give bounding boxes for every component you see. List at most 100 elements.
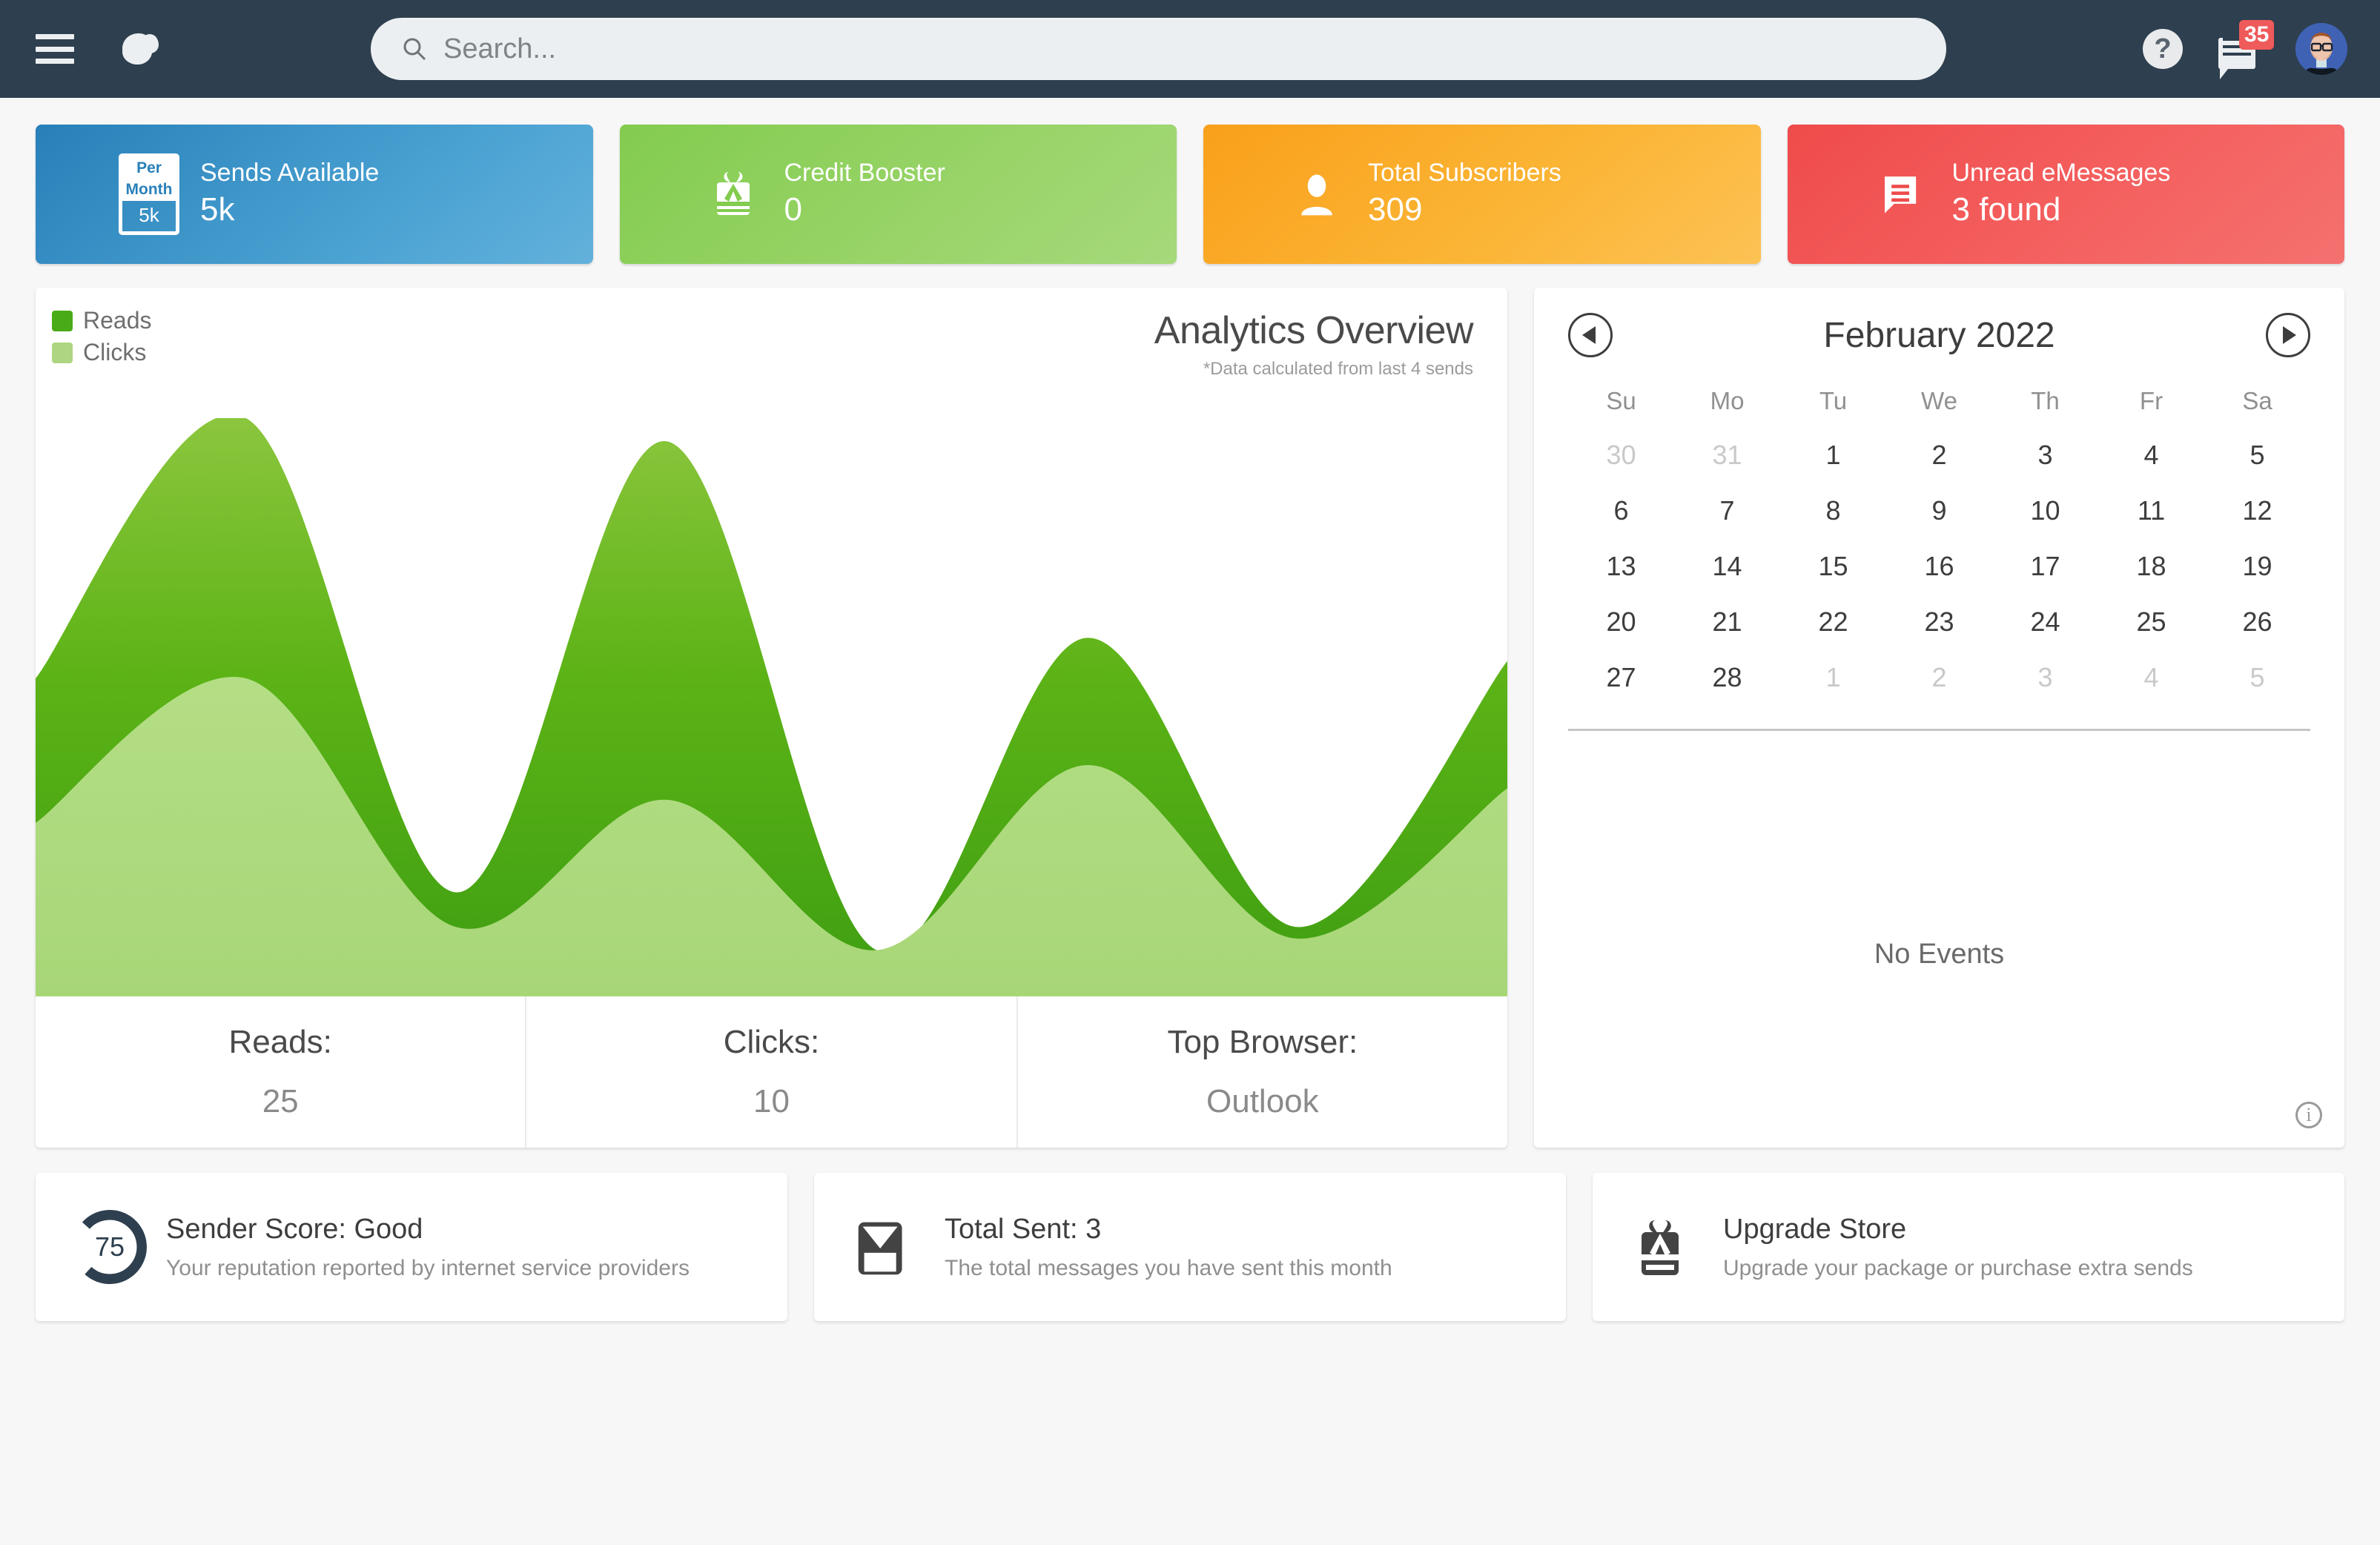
calendar-day-8[interactable]: 8	[1780, 495, 1886, 526]
stat-card-value: 0	[784, 191, 802, 228]
calendar-header: February 2022	[1568, 313, 2310, 357]
calendar-day-1-adjacent[interactable]: 1	[1780, 662, 1886, 693]
gift-icon	[701, 168, 765, 221]
summary-cell-reads: Reads: 25	[36, 996, 525, 1148]
summary-key: Clicks:	[723, 1024, 820, 1060]
card-title: Total Sent: 3	[945, 1213, 1102, 1245]
help-icon[interactable]: ?	[2143, 29, 2183, 69]
calendar-day-9[interactable]: 9	[1886, 495, 1992, 526]
calendar-weekday-th: Th	[2031, 387, 2060, 414]
per-month-icon-bottom-label: 5k	[139, 203, 159, 226]
total-sent-card[interactable]: Total Sent: 3 The total messages you hav…	[814, 1173, 1566, 1321]
calendar-day-31-adjacent[interactable]: 31	[1674, 440, 1780, 471]
chevron-left-icon[interactable]	[1568, 313, 1613, 357]
calendar-day-4-adjacent[interactable]: 4	[2098, 662, 2204, 693]
card-subtitle: Your reputation reported by internet ser…	[166, 1255, 690, 1280]
calendar-day-1[interactable]: 1	[1780, 440, 1886, 471]
analytics-subtitle: *Data calculated from last 4 sends	[1203, 359, 1473, 379]
card-title: Sender Score: Good	[166, 1213, 423, 1245]
calendar-week-row: 6 7 8 9 10 11 12	[1568, 495, 2310, 526]
calendar-day-27[interactable]: 27	[1568, 662, 1674, 693]
upgrade-store-card[interactable]: Upgrade Store Upgrade your package or pu…	[1593, 1173, 2344, 1321]
calendar-day-22[interactable]: 22	[1780, 606, 1886, 638]
stat-card-label: Sends Available	[200, 159, 380, 188]
calendar-day-5-adjacent[interactable]: 5	[2204, 662, 2310, 693]
page-title: Analytics Overview	[1154, 309, 1474, 352]
summary-value: 25	[262, 1083, 299, 1119]
calendar-weekday-sa: Sa	[2242, 387, 2272, 414]
dashboard-page: Per Month 5k Sends Available 5k Credit B…	[0, 98, 2380, 1321]
calendar-day-20[interactable]: 20	[1568, 606, 1674, 638]
topbar-actions: ? 35	[2143, 20, 2347, 79]
donut-gauge-icon: 75	[70, 1207, 159, 1287]
per-month-calendar-icon: Per Month 5k	[117, 153, 181, 235]
calendar-day-15[interactable]: 15	[1780, 551, 1886, 582]
per-month-icon-top-label: Per Month	[122, 157, 176, 201]
analytics-overview-card: Reads Clicks Analytics Overview *Data ca…	[36, 288, 1507, 1148]
calendar-day-30-adjacent[interactable]: 30	[1568, 440, 1674, 471]
calendar-day-25[interactable]: 25	[2098, 606, 2204, 638]
sender-score-card[interactable]: 75 Sender Score: Good Your reputation re…	[36, 1173, 787, 1321]
calendar-day-10[interactable]: 10	[1992, 495, 2098, 526]
legend-label-reads: Reads	[83, 307, 152, 334]
summary-key: Top Browser:	[1167, 1024, 1358, 1060]
stat-card-label: Unread eMessages	[1951, 159, 2171, 188]
calendar-day-14[interactable]: 14	[1674, 551, 1780, 582]
calendar-day-3-adjacent[interactable]: 3	[1992, 662, 2098, 693]
calendar-month-label: February 2022	[1823, 315, 2055, 355]
calendar-day-16[interactable]: 16	[1886, 551, 1992, 582]
legend-label-clicks: Clicks	[83, 339, 147, 365]
stat-card-total-subscribers[interactable]: Total Subscribers 309	[1203, 125, 1761, 264]
calendar-weekday-tu: Tu	[1819, 387, 1848, 414]
messages-icon[interactable]: 35	[2218, 20, 2275, 79]
calendar-day-28[interactable]: 28	[1674, 662, 1780, 693]
summary-key: Reads:	[228, 1024, 332, 1060]
info-icon[interactable]: i	[2295, 1102, 2322, 1128]
calendar-day-3[interactable]: 3	[1992, 440, 2098, 471]
calendar-week-row: 20 21 22 23 24 25 26	[1568, 606, 2310, 638]
calendar-day-4[interactable]: 4	[2098, 440, 2204, 471]
stat-card-unread-emessages[interactable]: Unread eMessages 3 found	[1787, 125, 2344, 264]
calendar-day-18[interactable]: 18	[2098, 551, 2204, 582]
stat-card-sends-available[interactable]: Per Month 5k Sends Available 5k	[36, 125, 593, 264]
stat-card-value: 309	[1368, 191, 1423, 228]
user-icon	[1285, 169, 1349, 219]
calendar-day-26[interactable]: 26	[2204, 606, 2310, 638]
main-content-row: Reads Clicks Analytics Overview *Data ca…	[36, 288, 2344, 1148]
cloud-logo-icon[interactable]	[114, 30, 163, 67]
stat-card-label: Total Subscribers	[1368, 159, 1561, 188]
bottom-cards-row: 75 Sender Score: Good Your reputation re…	[36, 1173, 2344, 1321]
calendar-day-5[interactable]: 5	[2204, 440, 2310, 471]
area-chart	[36, 418, 1507, 996]
stat-card-credit-booster[interactable]: Credit Booster 0	[619, 125, 1177, 264]
calendar-divider	[1568, 729, 2310, 731]
analytics-title-block: Analytics Overview *Data calculated from…	[1154, 308, 1474, 380]
chevron-right-icon[interactable]	[2266, 313, 2310, 357]
calendar-day-19[interactable]: 19	[2204, 551, 2310, 582]
sender-score-value: 75	[94, 1231, 125, 1262]
card-title: Upgrade Store	[1723, 1213, 1907, 1245]
stat-card-value: 3 found	[1951, 191, 2061, 228]
calendar-week-row: 27 28 1 2 3 4 5	[1568, 662, 2310, 693]
messages-badge: 35	[2239, 20, 2275, 50]
search-input[interactable]	[443, 33, 1924, 65]
summary-cards: Per Month 5k Sends Available 5k Credit B…	[36, 125, 2344, 264]
legend-swatch-clicks	[52, 342, 73, 363]
chart-legend: Reads Clicks	[52, 307, 152, 371]
calendar-day-12[interactable]: 12	[2204, 495, 2310, 526]
calendar-day-17[interactable]: 17	[1992, 551, 2098, 582]
envelope-icon	[848, 1211, 937, 1283]
calendar-day-6[interactable]: 6	[1568, 495, 1674, 526]
calendar-day-2[interactable]: 2	[1886, 440, 1992, 471]
avatar[interactable]	[2295, 23, 2347, 75]
calendar-day-7[interactable]: 7	[1674, 495, 1780, 526]
calendar-day-2-adjacent[interactable]: 2	[1886, 662, 1992, 693]
calendar-day-23[interactable]: 23	[1886, 606, 1992, 638]
calendar-day-21[interactable]: 21	[1674, 606, 1780, 638]
legend-item-reads: Reads	[52, 307, 152, 334]
calendar-day-11[interactable]: 11	[2098, 495, 2204, 526]
search-bar[interactable]	[371, 18, 1946, 80]
hamburger-icon[interactable]	[36, 34, 74, 64]
calendar-day-24[interactable]: 24	[1992, 606, 2098, 638]
calendar-day-13[interactable]: 13	[1568, 551, 1674, 582]
